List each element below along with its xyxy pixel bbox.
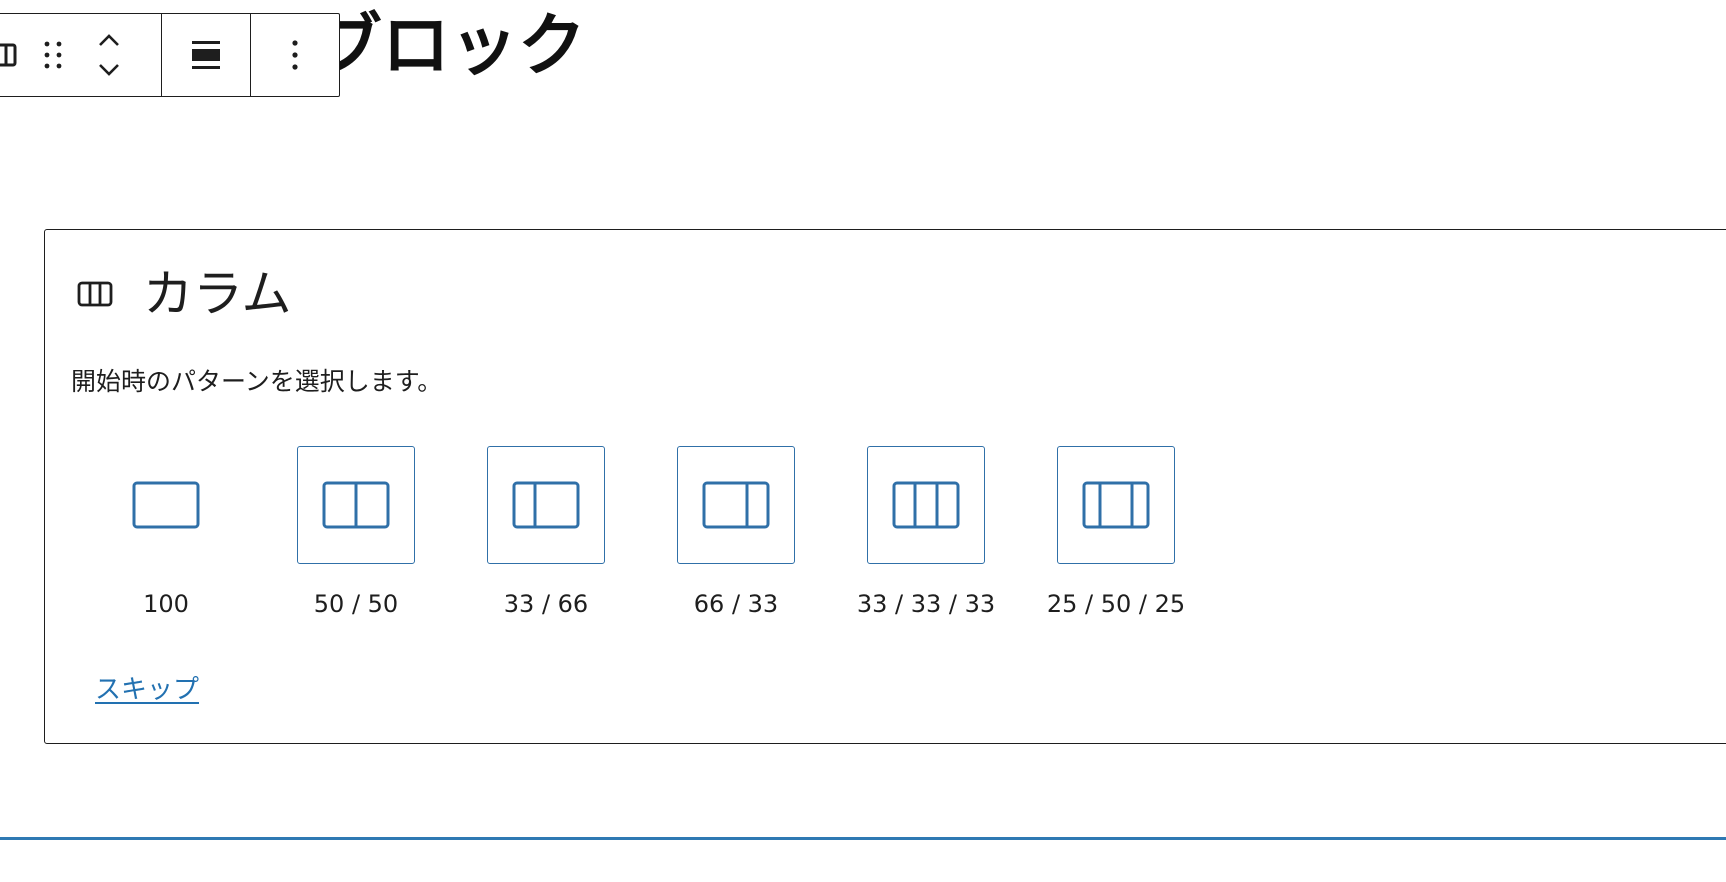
column-33-33-33-icon <box>892 481 960 529</box>
variation-50-50: 50 / 50 <box>261 446 451 618</box>
more-options-icon <box>292 40 298 70</box>
toolbar-group-align <box>162 14 251 96</box>
column-33-66-icon <box>512 481 580 529</box>
columns-icon <box>77 281 113 307</box>
variation-100-button[interactable] <box>107 446 225 564</box>
variation-33-33-33-button[interactable] <box>867 446 985 564</box>
variation-label: 50 / 50 <box>313 590 399 618</box>
block-toolbar <box>0 13 340 97</box>
more-options-button[interactable] <box>251 14 339 96</box>
variation-label: 33 / 66 <box>503 590 589 618</box>
column-25-50-25-icon <box>1082 481 1150 529</box>
drag-handle-icon <box>44 41 62 69</box>
variation-100: 100 <box>71 446 261 618</box>
variation-label: 25 / 50 / 25 <box>1046 590 1186 618</box>
variation-label: 66 / 33 <box>693 590 779 618</box>
variation-picker: 100 50 / 50 33 / 66 66 / 33 33 / 33 / 33… <box>71 446 1211 618</box>
drag-handle-button[interactable] <box>23 14 83 96</box>
columns-icon <box>0 43 17 67</box>
variation-33-66-button[interactable] <box>487 446 605 564</box>
move-down-icon[interactable] <box>96 59 122 81</box>
align-icon <box>192 41 220 69</box>
variation-label: 33 / 33 / 33 <box>856 590 996 618</box>
toolbar-group-more <box>251 14 339 96</box>
skip-link[interactable]: スキップ <box>95 669 199 706</box>
variation-25-50-25: 25 / 50 / 25 <box>1021 446 1211 618</box>
move-buttons <box>83 14 135 96</box>
align-button[interactable] <box>162 14 250 96</box>
placeholder-instructions: 開始時のパターンを選択します。 <box>71 367 443 396</box>
column-66-33-icon <box>702 481 770 529</box>
toolbar-group-block <box>0 14 162 96</box>
parent-block-button[interactable] <box>0 14 23 96</box>
variation-66-33: 66 / 33 <box>641 446 831 618</box>
placeholder-label: カラム <box>143 265 292 323</box>
columns-placeholder: カラム 開始時のパターンを選択します。 100 50 / 50 33 / 66 … <box>44 229 1726 744</box>
column-50-50-icon <box>322 481 390 529</box>
block-divider <box>0 837 1726 840</box>
variation-33-33-33: 33 / 33 / 33 <box>831 446 1021 618</box>
move-up-icon[interactable] <box>96 29 122 51</box>
variation-66-33-button[interactable] <box>677 446 795 564</box>
variation-50-50-button[interactable] <box>297 446 415 564</box>
column-100-icon <box>132 481 200 529</box>
variation-25-50-25-button[interactable] <box>1057 446 1175 564</box>
placeholder-header: カラム <box>77 264 292 324</box>
variation-33-66: 33 / 66 <box>451 446 641 618</box>
variation-label: 100 <box>143 590 189 618</box>
